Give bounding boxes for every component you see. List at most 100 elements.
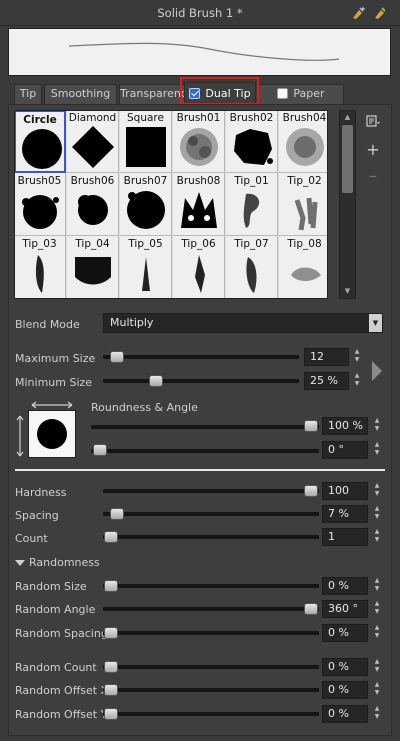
- brush-remove-icon[interactable]: [372, 5, 388, 21]
- roundness-angle-label: Roundness & Angle: [91, 401, 198, 414]
- random-angle-field[interactable]: 360 °: [322, 600, 368, 618]
- random-count-field[interactable]: 0 %: [322, 658, 368, 676]
- tip-cell-tip-02[interactable]: Tip_02: [279, 173, 327, 236]
- chevron-down-icon[interactable]: ▼: [369, 314, 382, 332]
- roundness-spinner[interactable]: ▲ ▼: [372, 417, 382, 435]
- minimum-size-spinner[interactable]: ▲ ▼: [352, 372, 362, 390]
- blend-mode-value: Multiply: [110, 316, 154, 329]
- random-offset-y-slider[interactable]: [103, 712, 319, 716]
- random-spacing-slider[interactable]: [103, 631, 319, 635]
- random-count-spinner[interactable]: ▲ ▼: [372, 658, 382, 676]
- hardness-knob[interactable]: [304, 485, 318, 497]
- hardness-field[interactable]: 100: [322, 482, 368, 500]
- count-slider[interactable]: [103, 535, 319, 539]
- random-offset-y-field[interactable]: 0 %: [322, 705, 368, 723]
- tip-cell-diamond[interactable]: Diamond: [67, 111, 119, 173]
- blend-mode-select[interactable]: Multiply ▼: [103, 313, 383, 333]
- tip-cell-circle[interactable]: Circle: [15, 111, 66, 173]
- tip-cell-brush01[interactable]: Brush01: [173, 111, 225, 173]
- minimum-size-field[interactable]: 25 %: [304, 372, 349, 390]
- angle-field[interactable]: 0 °: [322, 441, 368, 459]
- blend-mode-label: Blend Mode: [15, 318, 80, 331]
- spacing-slider[interactable]: [103, 512, 319, 516]
- roundness-knob[interactable]: [304, 420, 318, 432]
- hardness-spinner[interactable]: ▲ ▼: [372, 482, 382, 500]
- tip-cell-tip-05[interactable]: Tip_05: [120, 236, 172, 298]
- roundness-field[interactable]: 100 %: [322, 417, 368, 435]
- minus-icon[interactable]: –: [364, 167, 382, 185]
- spacing-field[interactable]: 7 %: [322, 505, 368, 523]
- maximum-size-field[interactable]: 12: [304, 348, 349, 366]
- random-offset-x-knob[interactable]: [104, 684, 118, 696]
- tip-label: Brush08: [176, 175, 221, 187]
- random-angle-spinner[interactable]: ▲ ▼: [372, 600, 382, 618]
- tip-cell-tip-01[interactable]: Tip_01: [226, 173, 278, 236]
- random-spacing-field[interactable]: 0 %: [322, 624, 368, 642]
- angle-spinner[interactable]: ▲ ▼: [372, 441, 382, 459]
- plus-icon[interactable]: +: [364, 141, 382, 159]
- random-offset-x-field[interactable]: 0 %: [322, 681, 368, 699]
- scroll-down-icon[interactable]: ▼: [340, 285, 355, 298]
- minimum-size-label: Minimum Size: [15, 376, 93, 389]
- random-count-knob[interactable]: [104, 661, 118, 673]
- random-count-slider[interactable]: [103, 665, 319, 669]
- tip-label: Square: [127, 112, 164, 124]
- roundness-slider[interactable]: [91, 425, 319, 429]
- angle-slider[interactable]: [91, 449, 319, 453]
- random-size-slider[interactable]: [103, 584, 319, 588]
- tip-cell-tip-03[interactable]: Tip_03: [15, 236, 66, 298]
- tip-cell-brush02[interactable]: Brush02: [226, 111, 278, 173]
- random-size-spinner[interactable]: ▲ ▼: [372, 577, 382, 595]
- spacing-knob[interactable]: [110, 508, 124, 520]
- random-angle-knob[interactable]: [304, 603, 318, 615]
- minimum-size-slider[interactable]: [103, 379, 299, 383]
- tab-transparency[interactable]: Transparency: [119, 84, 193, 104]
- count-field[interactable]: 1: [322, 528, 368, 546]
- paper-texture-checkbox[interactable]: [277, 87, 289, 99]
- maximum-size-knob[interactable]: [110, 351, 124, 363]
- tab-tip[interactable]: Tip: [14, 84, 42, 104]
- randomness-toggle[interactable]: Randomness: [15, 556, 100, 569]
- random-size-field[interactable]: 0 %: [322, 577, 368, 595]
- spacing-spinner[interactable]: ▲ ▼: [372, 505, 382, 523]
- tip-thumbnail: [294, 197, 318, 231]
- random-offset-y-spinner[interactable]: ▲ ▼: [372, 705, 382, 723]
- brush-add-icon[interactable]: +: [350, 5, 366, 21]
- tip-thumbnail: [35, 255, 44, 293]
- maximum-size-spinner[interactable]: ▲ ▼: [352, 348, 362, 366]
- tip-cell-brush08[interactable]: Brush08: [173, 173, 225, 236]
- random-offset-x-slider[interactable]: [103, 688, 319, 692]
- random-spacing-knob[interactable]: [104, 627, 118, 639]
- tab-smoothing[interactable]: Smoothing: [44, 84, 117, 104]
- count-knob[interactable]: [104, 531, 118, 543]
- minimum-size-knob[interactable]: [149, 375, 163, 387]
- random-spacing-spinner[interactable]: ▲ ▼: [372, 624, 382, 642]
- tip-grid-scrollbar[interactable]: ▲ ▼: [339, 110, 356, 299]
- tip-cell-tip-06[interactable]: Tip_06: [173, 236, 225, 298]
- expand-arrow-icon[interactable]: [372, 361, 382, 381]
- tip-cell-brush06[interactable]: Brush06: [67, 173, 119, 236]
- tip-thumbnail: [72, 126, 114, 168]
- random-angle-slider[interactable]: [103, 607, 319, 611]
- tip-cell-tip-04[interactable]: Tip_04: [67, 236, 119, 298]
- menu-icon[interactable]: [364, 113, 382, 131]
- random-offset-y-knob[interactable]: [104, 708, 118, 720]
- scrollbar-thumb[interactable]: [342, 125, 353, 193]
- tip-shape-preview[interactable]: [28, 410, 76, 458]
- tab-dual-tip[interactable]: Dual Tip: [184, 82, 256, 104]
- tip-cell-square[interactable]: Square: [120, 111, 172, 173]
- tip-cell-brush07[interactable]: Brush07: [120, 173, 172, 236]
- random-size-knob[interactable]: [104, 580, 118, 592]
- maximum-size-slider[interactable]: [103, 355, 299, 359]
- hardness-slider[interactable]: [103, 489, 319, 493]
- dual-tip-checkbox[interactable]: [189, 87, 201, 99]
- scroll-up-icon[interactable]: ▲: [340, 111, 355, 124]
- tab-paper-texture[interactable]: Paper Texture: [258, 84, 344, 118]
- random-offset-x-spinner[interactable]: ▲ ▼: [372, 681, 382, 699]
- tip-cell-tip-07[interactable]: Tip_07: [226, 236, 278, 298]
- tip-cell-brush04[interactable]: Brush04: [279, 111, 327, 173]
- count-spinner[interactable]: ▲ ▼: [372, 528, 382, 546]
- tip-cell-brush05[interactable]: Brush05: [15, 173, 66, 236]
- angle-knob[interactable]: [93, 444, 107, 456]
- tip-cell-tip-08[interactable]: Tip_08: [279, 236, 327, 298]
